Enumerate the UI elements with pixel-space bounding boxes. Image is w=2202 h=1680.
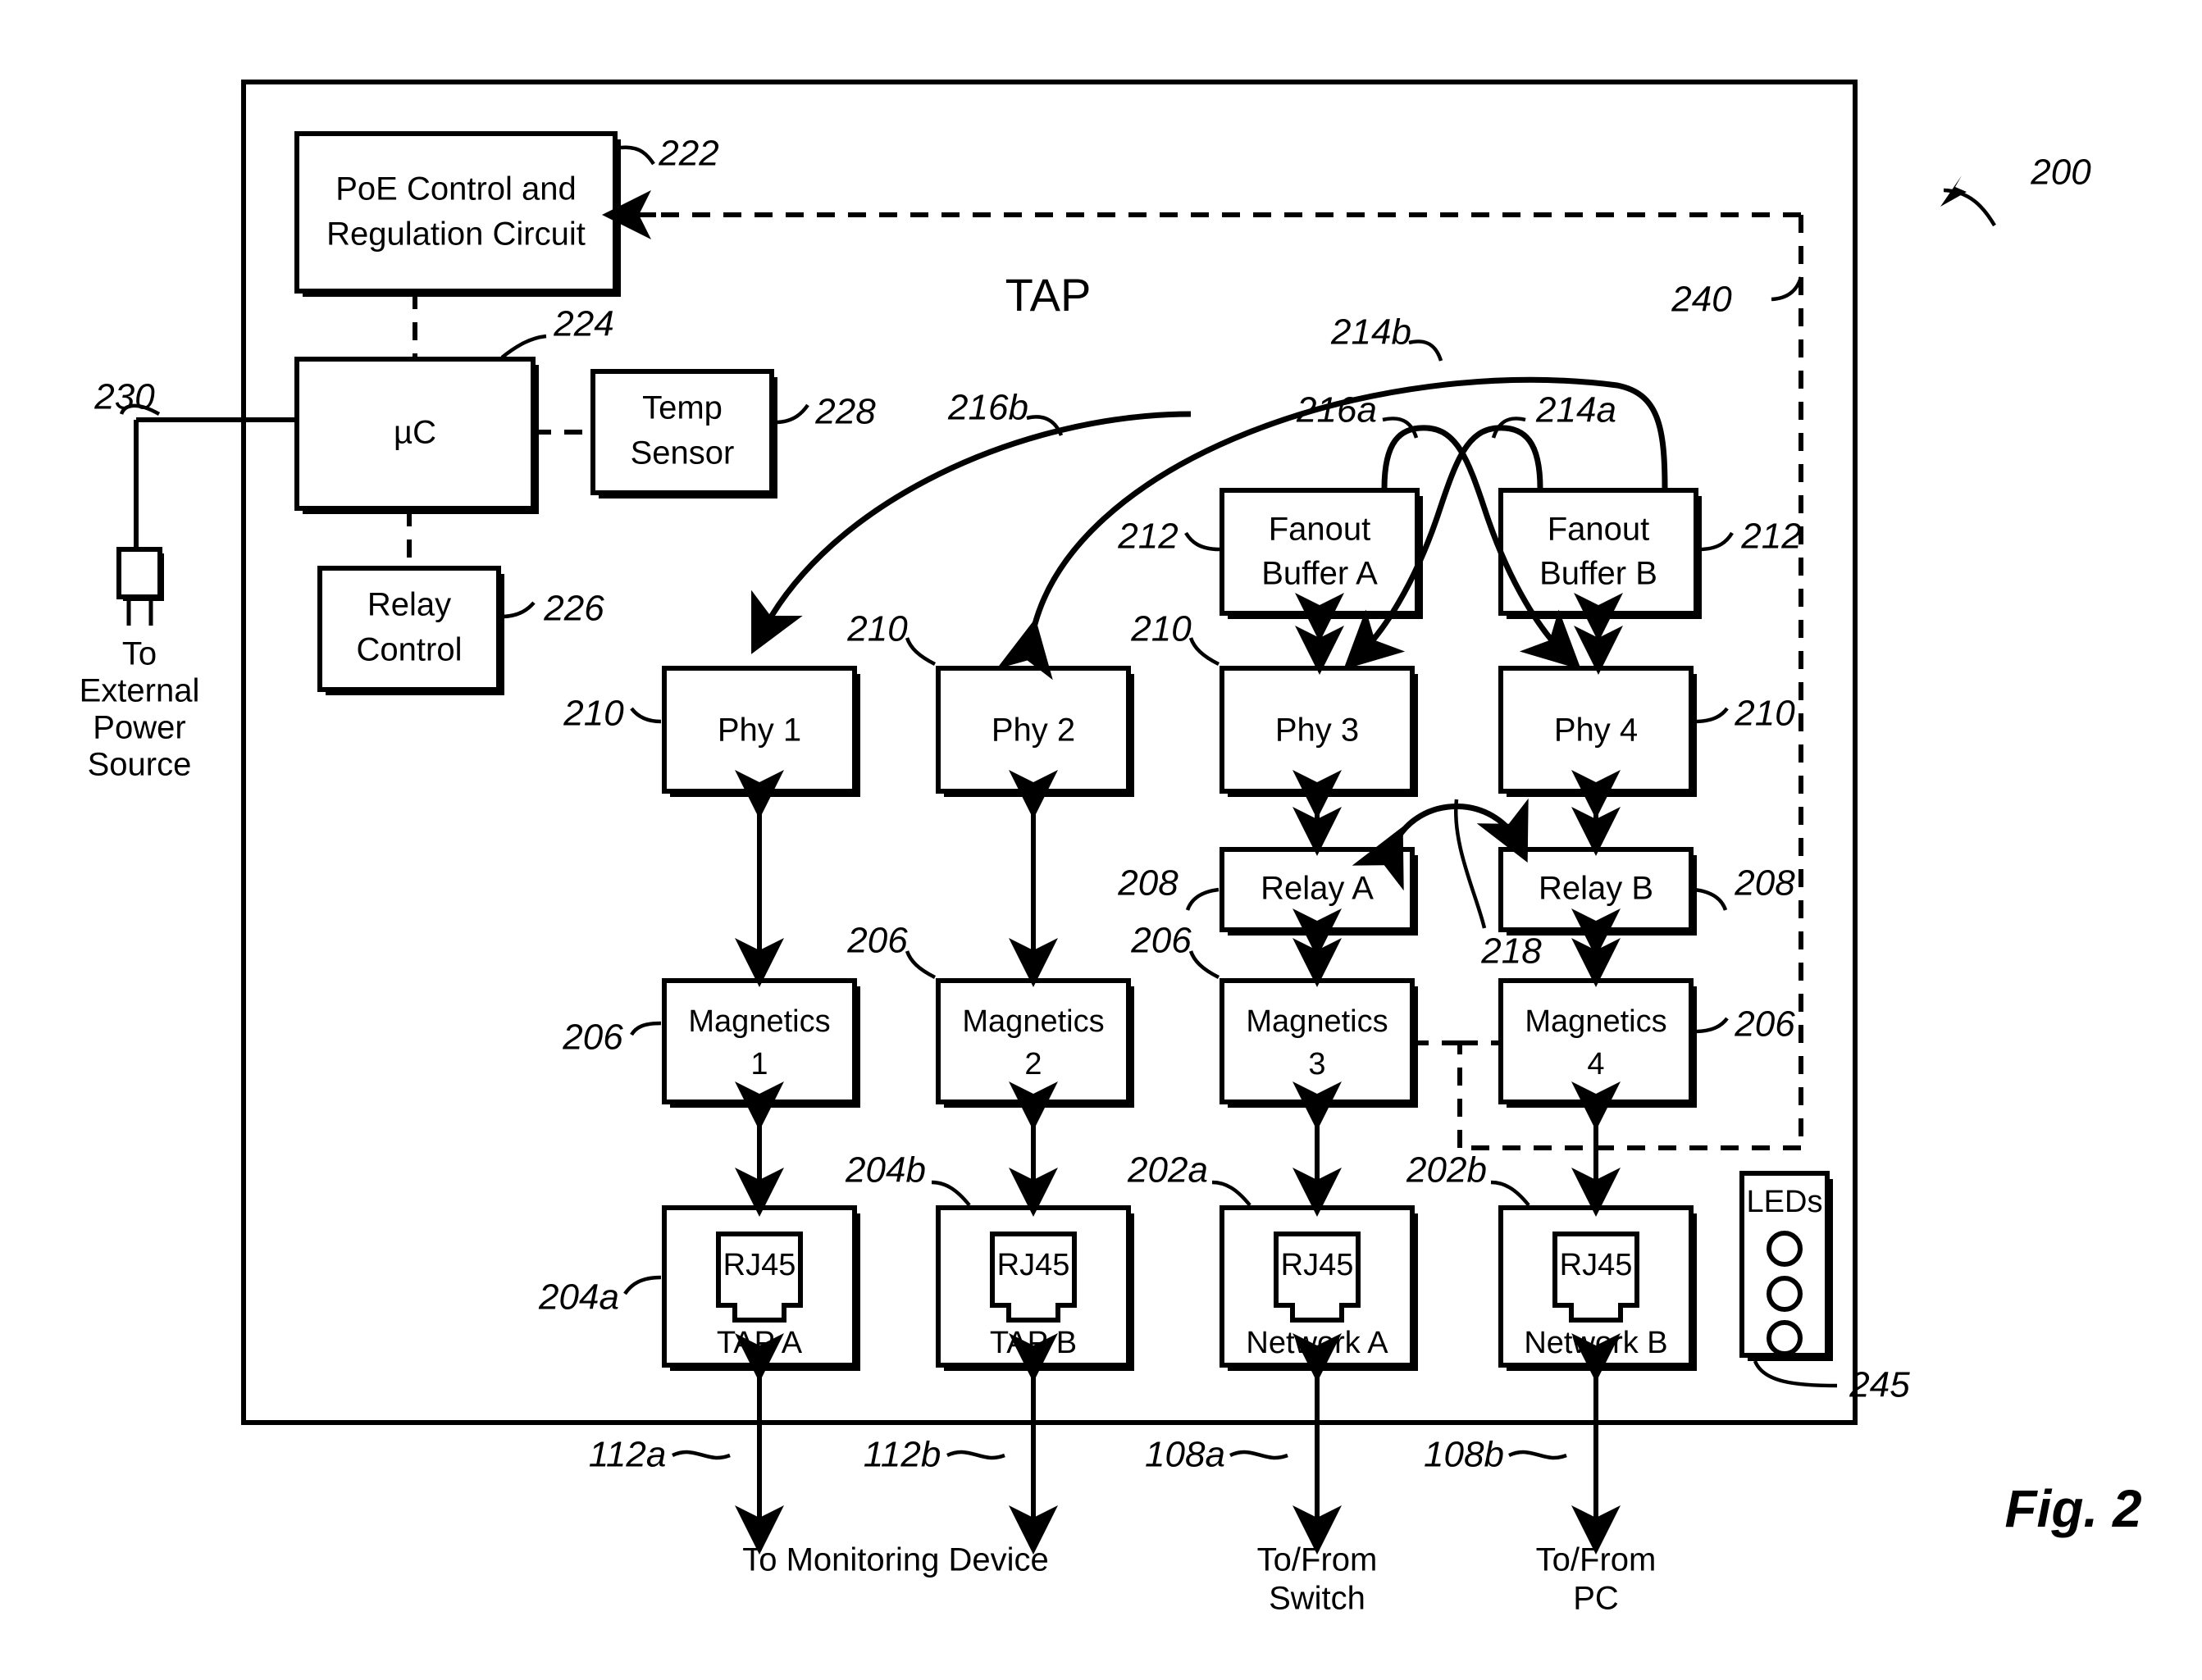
port-tapb-label: TAP B — [990, 1326, 1077, 1360]
figure-caption: Fig. 2 — [2004, 1479, 2141, 1538]
figure-canvas: TAP 200 Fig. 2 PoE Control and Regulatio… — [80, 80, 2142, 1617]
ref-210-phy2: 210 — [846, 609, 908, 649]
ref-204b: 204b — [845, 1150, 926, 1191]
patent-figure: TAP 200 Fig. 2 PoE Control and Regulatio… — [0, 0, 2202, 1680]
ref-216b: 216b — [947, 388, 1028, 428]
fanout-a-line1: Fanout — [1269, 512, 1371, 548]
ref-206-mag2: 206 — [846, 921, 908, 961]
phy4-label: Phy 4 — [1554, 713, 1638, 749]
ref-208-b: 208 — [1734, 863, 1795, 904]
figure-title: TAP — [1005, 269, 1092, 321]
magnetics4-block — [1498, 978, 1694, 1104]
mag2-line1: Magnetics — [962, 1004, 1104, 1039]
ref-210-phy4: 210 — [1734, 694, 1795, 734]
ref-216a: 216a — [1296, 390, 1377, 430]
ref-200: 200 — [2030, 153, 2091, 193]
ref-206-mag1: 206 — [562, 1018, 623, 1058]
lead-112a — [672, 1450, 731, 1460]
ref-226: 226 — [543, 589, 604, 629]
ref-212-a: 212 — [1117, 517, 1178, 557]
port-neta-connector: RJ45 — [1281, 1248, 1354, 1282]
ext-power-line2: External — [80, 673, 200, 709]
ref-112a: 112a — [589, 1435, 667, 1475]
lead-108a — [1229, 1450, 1288, 1460]
mag3-line1: Magnetics — [1246, 1004, 1388, 1039]
ref-108a: 108a — [1145, 1435, 1225, 1475]
led-indicator-2 — [1767, 1276, 1803, 1312]
ref-208-a: 208 — [1117, 863, 1179, 904]
ref-210-phy3: 210 — [1130, 609, 1192, 649]
poe-label-line2: Regulation Circuit — [326, 216, 586, 253]
ref-222: 222 — [658, 134, 718, 174]
lead-108b — [1508, 1450, 1567, 1460]
ref-212-b: 212 — [1740, 517, 1801, 557]
fanout-buffer-b-block — [1498, 488, 1698, 616]
relay-b-label: Relay B — [1539, 871, 1653, 907]
ref-224: 224 — [553, 304, 613, 344]
fanout-b-line2: Buffer B — [1539, 556, 1657, 592]
ref-214a: 214a — [1535, 390, 1616, 430]
fanout-a-line2: Buffer A — [1261, 556, 1378, 592]
mag1-line1: Magnetics — [688, 1004, 830, 1039]
ref-204a: 204a — [538, 1277, 619, 1318]
fanout-buffer-a-block — [1220, 488, 1420, 616]
ref-245: 245 — [1849, 1365, 1910, 1405]
external-label-pc-line2: PC — [1573, 1581, 1619, 1617]
relay-a-label: Relay A — [1261, 871, 1374, 907]
port-tapa-label: TAP A — [717, 1326, 803, 1360]
port-netb-label: Network B — [1524, 1326, 1667, 1360]
ref-228: 228 — [814, 392, 876, 432]
phy2-label: Phy 2 — [992, 713, 1075, 749]
uc-label: µC — [394, 415, 436, 451]
ref-202a: 202a — [1127, 1150, 1208, 1191]
relayctl-label-line1: Relay — [367, 587, 451, 623]
power-plug-icon — [116, 547, 162, 599]
ref-202b: 202b — [1406, 1150, 1487, 1191]
magnetics2-block — [936, 978, 1131, 1104]
ext-power-line4: Source — [88, 747, 192, 783]
ref-112b: 112b — [864, 1435, 941, 1475]
relayctl-label-line2: Control — [357, 632, 463, 668]
ext-power-line1: To — [122, 636, 157, 672]
leds-label: LEDs — [1747, 1185, 1823, 1219]
mag3-line2: 3 — [1308, 1047, 1325, 1081]
ref-206-mag4: 206 — [1734, 1004, 1795, 1045]
ext-power-line3: Power — [93, 710, 185, 746]
external-label-pc-line1: To/From — [1536, 1542, 1657, 1578]
ref-210-phy1: 210 — [563, 694, 624, 734]
ref-206-mag3: 206 — [1130, 921, 1192, 961]
ref-214b: 214b — [1330, 312, 1411, 353]
ref-240: 240 — [1671, 280, 1732, 320]
poe-control-block — [294, 131, 618, 294]
phy1-label: Phy 1 — [718, 713, 801, 749]
ref-218: 218 — [1480, 931, 1542, 972]
port-netb-connector: RJ45 — [1560, 1248, 1633, 1282]
temp-label-line1: Temp — [642, 390, 723, 426]
port-tapa-connector: RJ45 — [723, 1248, 796, 1282]
mag2-line2: 2 — [1024, 1047, 1042, 1081]
ref-230: 230 — [93, 377, 155, 417]
led-indicator-3 — [1767, 1320, 1803, 1356]
ref-108b: 108b — [1424, 1435, 1504, 1475]
external-label-switch-line2: Switch — [1269, 1581, 1365, 1617]
phy3-label: Phy 3 — [1275, 713, 1359, 749]
mag4-line1: Magnetics — [1525, 1004, 1666, 1039]
port-neta-label: Network A — [1246, 1326, 1388, 1360]
led-indicator-1 — [1767, 1231, 1803, 1267]
mag1-line2: 1 — [750, 1047, 768, 1081]
external-label-monitoring: To Monitoring Device — [742, 1542, 1049, 1578]
fanout-b-line1: Fanout — [1548, 512, 1650, 548]
magnetics1-block — [662, 978, 857, 1104]
magnetics3-block — [1220, 978, 1415, 1104]
poe-label-line1: PoE Control and — [335, 171, 577, 207]
lead-112b — [946, 1450, 1005, 1460]
mag4-line2: 4 — [1587, 1047, 1604, 1081]
external-label-switch-line1: To/From — [1257, 1542, 1378, 1578]
temp-label-line2: Sensor — [631, 435, 735, 471]
port-tapb-connector: RJ45 — [997, 1248, 1070, 1282]
